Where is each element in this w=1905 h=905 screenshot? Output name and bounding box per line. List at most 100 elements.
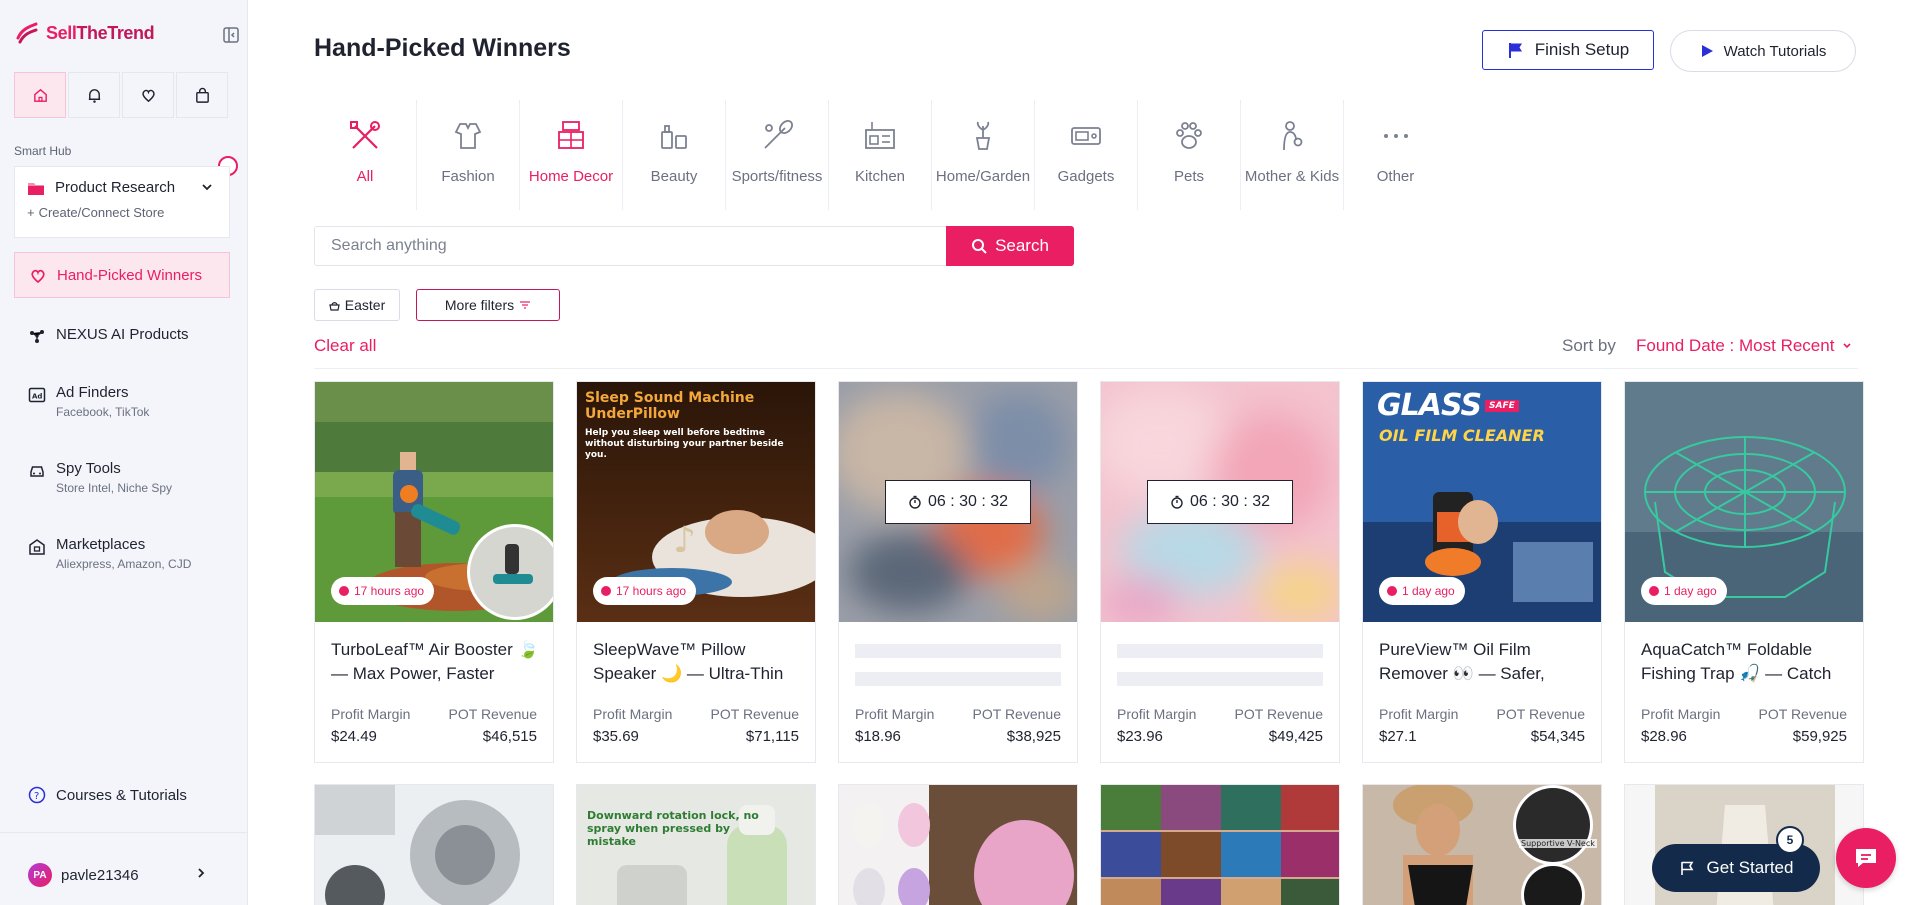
search-button[interactable]: Search bbox=[946, 226, 1074, 266]
folder-icon bbox=[28, 182, 44, 195]
category-beauty[interactable]: Beauty bbox=[623, 100, 726, 210]
brand-name: SellTheTrend bbox=[46, 22, 155, 43]
category-gadgets[interactable]: Gadgets bbox=[1035, 100, 1138, 210]
category-kitchen[interactable]: Kitchen bbox=[829, 100, 932, 210]
avatar: PA bbox=[28, 863, 52, 887]
dots-icon bbox=[1383, 134, 1408, 138]
title-skeleton bbox=[1117, 644, 1323, 658]
easter-filter-chip[interactable]: Easter bbox=[314, 289, 400, 321]
car-spy-icon bbox=[30, 466, 44, 477]
ad-icon: Ad bbox=[28, 387, 46, 403]
courses-tutorials-link[interactable]: ? Courses & Tutorials bbox=[28, 786, 187, 804]
play-icon bbox=[1701, 45, 1713, 57]
plush-keychain-image bbox=[839, 785, 1077, 905]
clock-icon bbox=[1649, 586, 1659, 596]
unlock-countdown: 06 : 30 : 32 bbox=[1147, 480, 1293, 524]
product-title[interactable]: PureView™ Oil Film Remover 👀 — Safer, bbox=[1379, 638, 1591, 686]
category-all[interactable]: All bbox=[314, 100, 417, 210]
sidebar-item-ad-finders[interactable]: Ad Ad Finders Facebook, TikTok bbox=[14, 384, 230, 419]
product-card[interactable]: 17 hours ago TurboLeaf™ Air Booster 🍃 — … bbox=[314, 381, 554, 763]
countdown-value: 06 : 30 : 32 bbox=[1189, 493, 1271, 510]
create-store-label: Create/Connect Store bbox=[38, 205, 165, 220]
category-mother-kids[interactable]: Mother & Kids bbox=[1241, 100, 1344, 210]
product-card[interactable] bbox=[838, 784, 1078, 905]
product-card[interactable] bbox=[1100, 784, 1340, 905]
product-title[interactable]: SleepWave™ Pillow Speaker 🌙 — Ultra-Thin bbox=[593, 638, 805, 686]
sidebar-item-hand-picked-winners[interactable]: Hand-Picked Winners bbox=[14, 252, 230, 298]
search-icon bbox=[972, 239, 987, 254]
product-card[interactable]: 1 day ago AquaCatch™ Foldable Fishing Tr… bbox=[1624, 381, 1864, 763]
bag-icon bbox=[195, 87, 209, 103]
sidebar-item-label: Ad Finders bbox=[56, 384, 129, 401]
more-filters-button[interactable]: More filters bbox=[416, 289, 560, 321]
create-store-link[interactable]: + Create/Connect Store bbox=[27, 205, 164, 220]
clear-all-link[interactable]: Clear all bbox=[314, 336, 376, 356]
chat-button[interactable] bbox=[1836, 828, 1896, 888]
category-other[interactable]: Other bbox=[1344, 100, 1447, 210]
quick-home-button[interactable] bbox=[14, 72, 66, 118]
beauty-icon bbox=[661, 125, 687, 149]
sidebar-item-marketplaces[interactable]: Marketplaces Aliexpress, Amazon, CJD bbox=[14, 536, 230, 571]
wrench-image bbox=[315, 785, 553, 905]
heart-hand-icon bbox=[31, 269, 45, 284]
blurred-product-image: 06 : 30 : 32 bbox=[1101, 382, 1339, 622]
title-skeleton bbox=[855, 644, 1061, 658]
image-caption: Supportive V-Neck bbox=[1519, 839, 1597, 848]
image-headline: GLASS bbox=[1377, 388, 1482, 423]
blurred-product-image: 06 : 30 : 32 bbox=[839, 382, 1077, 622]
chevron-right-icon[interactable] bbox=[196, 867, 206, 879]
category-sports-fitness[interactable]: Sports/fitness bbox=[726, 100, 829, 210]
sidebar-item-spy-tools[interactable]: Spy Tools Store Intel, Niche Spy bbox=[14, 460, 230, 495]
profit-margin-value: $24.49 bbox=[331, 728, 377, 745]
product-card[interactable]: Supportive V-Neck bbox=[1362, 784, 1602, 905]
category-pets[interactable]: Pets bbox=[1138, 100, 1241, 210]
app-root: SellTheTrend Smart Hub Product Research … bbox=[0, 0, 1905, 905]
plus-icon: + bbox=[27, 205, 35, 220]
pot-revenue-label: POT Revenue bbox=[1758, 706, 1847, 722]
title-skeleton bbox=[855, 672, 1061, 686]
category-label: Mother & Kids bbox=[1244, 168, 1340, 185]
product-card[interactable]: ♪ Sleep Sound Machine UnderPillow Help y… bbox=[576, 381, 816, 763]
product-card-locked[interactable]: 06 : 30 : 32 Profit Margin POT Revenue $… bbox=[1100, 381, 1340, 763]
search-input[interactable] bbox=[314, 226, 946, 266]
product-image: ♪ Sleep Sound Machine UnderPillow Help y… bbox=[577, 382, 815, 622]
flag-icon bbox=[1508, 43, 1522, 58]
pot-revenue-label: POT Revenue bbox=[972, 706, 1061, 722]
sports-icon bbox=[764, 120, 793, 149]
svg-text:Ad: Ad bbox=[32, 393, 42, 401]
user-bar[interactable]: PA pavle21346 bbox=[0, 832, 248, 905]
category-home-garden[interactable]: Home/Garden bbox=[932, 100, 1035, 210]
pot-revenue-value: $49,425 bbox=[1268, 728, 1323, 745]
get-started-count-badge: 5 bbox=[1776, 826, 1804, 854]
image-body: Help you sleep well before bedtime witho… bbox=[585, 428, 784, 460]
product-research-card[interactable]: Product Research + Create/Connect Store bbox=[14, 166, 230, 238]
watch-tutorials-button[interactable]: Watch Tutorials bbox=[1670, 30, 1856, 72]
sidebar: SellTheTrend Smart Hub Product Research … bbox=[0, 0, 248, 905]
product-card[interactable]: Downward rotation lock, no spray when pr… bbox=[576, 784, 816, 905]
sort-dropdown[interactable]: Found Date : Most Recent bbox=[1636, 336, 1852, 356]
category-home-decor[interactable]: Home Decor bbox=[520, 100, 623, 210]
product-title[interactable]: AquaCatch™ Foldable Fishing Trap 🎣 — Cat… bbox=[1641, 638, 1853, 686]
eye-makeup-image bbox=[1101, 785, 1339, 905]
product-card[interactable] bbox=[314, 784, 554, 905]
image-subheadline: OIL FILM CLEANER bbox=[1379, 426, 1545, 445]
collapse-sidebar-icon[interactable] bbox=[222, 26, 240, 44]
product-card-locked[interactable]: 06 : 30 : 32 Profit Margin POT Revenue $… bbox=[838, 381, 1078, 763]
quick-bag-button[interactable] bbox=[176, 72, 228, 118]
chevron-down-icon[interactable] bbox=[201, 181, 213, 193]
category-fashion[interactable]: Fashion bbox=[417, 100, 520, 210]
quick-notifications-button[interactable] bbox=[68, 72, 120, 118]
category-label: Kitchen bbox=[854, 168, 906, 185]
clock-icon bbox=[601, 586, 611, 596]
page-title: Hand-Picked Winners bbox=[314, 34, 571, 62]
finish-setup-button[interactable]: Finish Setup bbox=[1482, 30, 1654, 70]
profit-margin-value: $28.96 bbox=[1641, 728, 1687, 745]
profit-margin-value: $27.1 bbox=[1379, 728, 1417, 745]
image-tag: SAFE bbox=[1485, 400, 1519, 412]
quick-favorites-button[interactable] bbox=[122, 72, 174, 118]
sidebar-item-nexus-ai[interactable]: NEXUS AI Products bbox=[14, 326, 230, 346]
product-title[interactable]: TurboLeaf™ Air Booster 🍃 — Max Power, Fa… bbox=[331, 638, 543, 686]
brand-logo[interactable]: SellTheTrend bbox=[14, 20, 155, 46]
chat-icon bbox=[1856, 849, 1876, 867]
product-card[interactable]: GLASS SAFE OIL FILM CLEANER 1 day ago Pu… bbox=[1362, 381, 1602, 763]
